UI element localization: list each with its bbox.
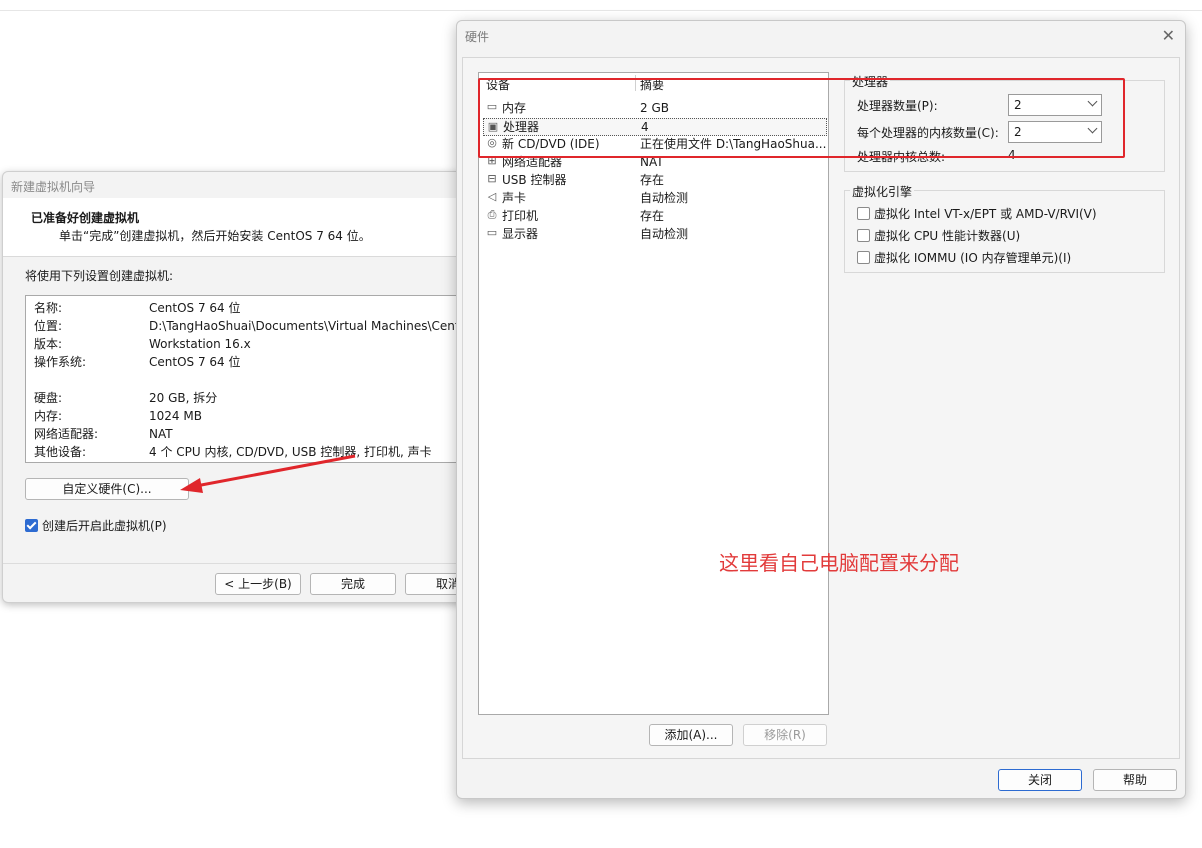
remove-device-button[interactable]: 移除(R) [743, 724, 827, 746]
device-list[interactable]: 设备 摘要 ▭ 内存 2 GB ▣ 处理器 4 ◎ 新 CD/DVD (IDE)… [478, 72, 829, 715]
add-device-button[interactable]: 添加(A)... [649, 724, 733, 746]
annotation-text: 这里看自己电脑配置来分配 [719, 551, 959, 575]
help-button[interactable]: 帮助 [1093, 769, 1177, 791]
virt-vtx-checkbox[interactable] [857, 207, 870, 220]
virt-option-iommu[interactable]: 虚拟化 IOMMU (IO 内存管理单元)(I) [857, 249, 1071, 266]
device-row-sound[interactable]: ◁ 声卡 自动检测 [483, 189, 825, 207]
highlight-box [478, 78, 1125, 158]
virt-cpu-counters-checkbox[interactable] [857, 229, 870, 242]
display-icon: ▭ [486, 226, 498, 239]
device-row-printer[interactable]: ⎙ 打印机 存在 [483, 207, 825, 225]
close-icon[interactable]: ✕ [1162, 26, 1175, 45]
sound-icon: ◁ [487, 190, 497, 203]
virt-iommu-checkbox[interactable] [857, 251, 870, 264]
printer-icon: ⎙ [487, 208, 497, 221]
close-button[interactable]: 关闭 [998, 769, 1082, 791]
usb-icon: ⊟ [487, 172, 497, 185]
virt-option-cpu-counters[interactable]: 虚拟化 CPU 性能计数器(U) [857, 227, 1020, 244]
device-row-usb[interactable]: ⊟ USB 控制器 存在 [483, 171, 825, 189]
hardware-title: 硬件 [465, 30, 490, 44]
virtualization-group-title: 虚拟化引擎 [850, 183, 915, 200]
virt-option-vtx[interactable]: 虚拟化 Intel VT-x/EPT 或 AMD-V/RVI(V) [857, 205, 1097, 222]
device-row-display[interactable]: ▭ 显示器 自动检测 [483, 225, 825, 243]
